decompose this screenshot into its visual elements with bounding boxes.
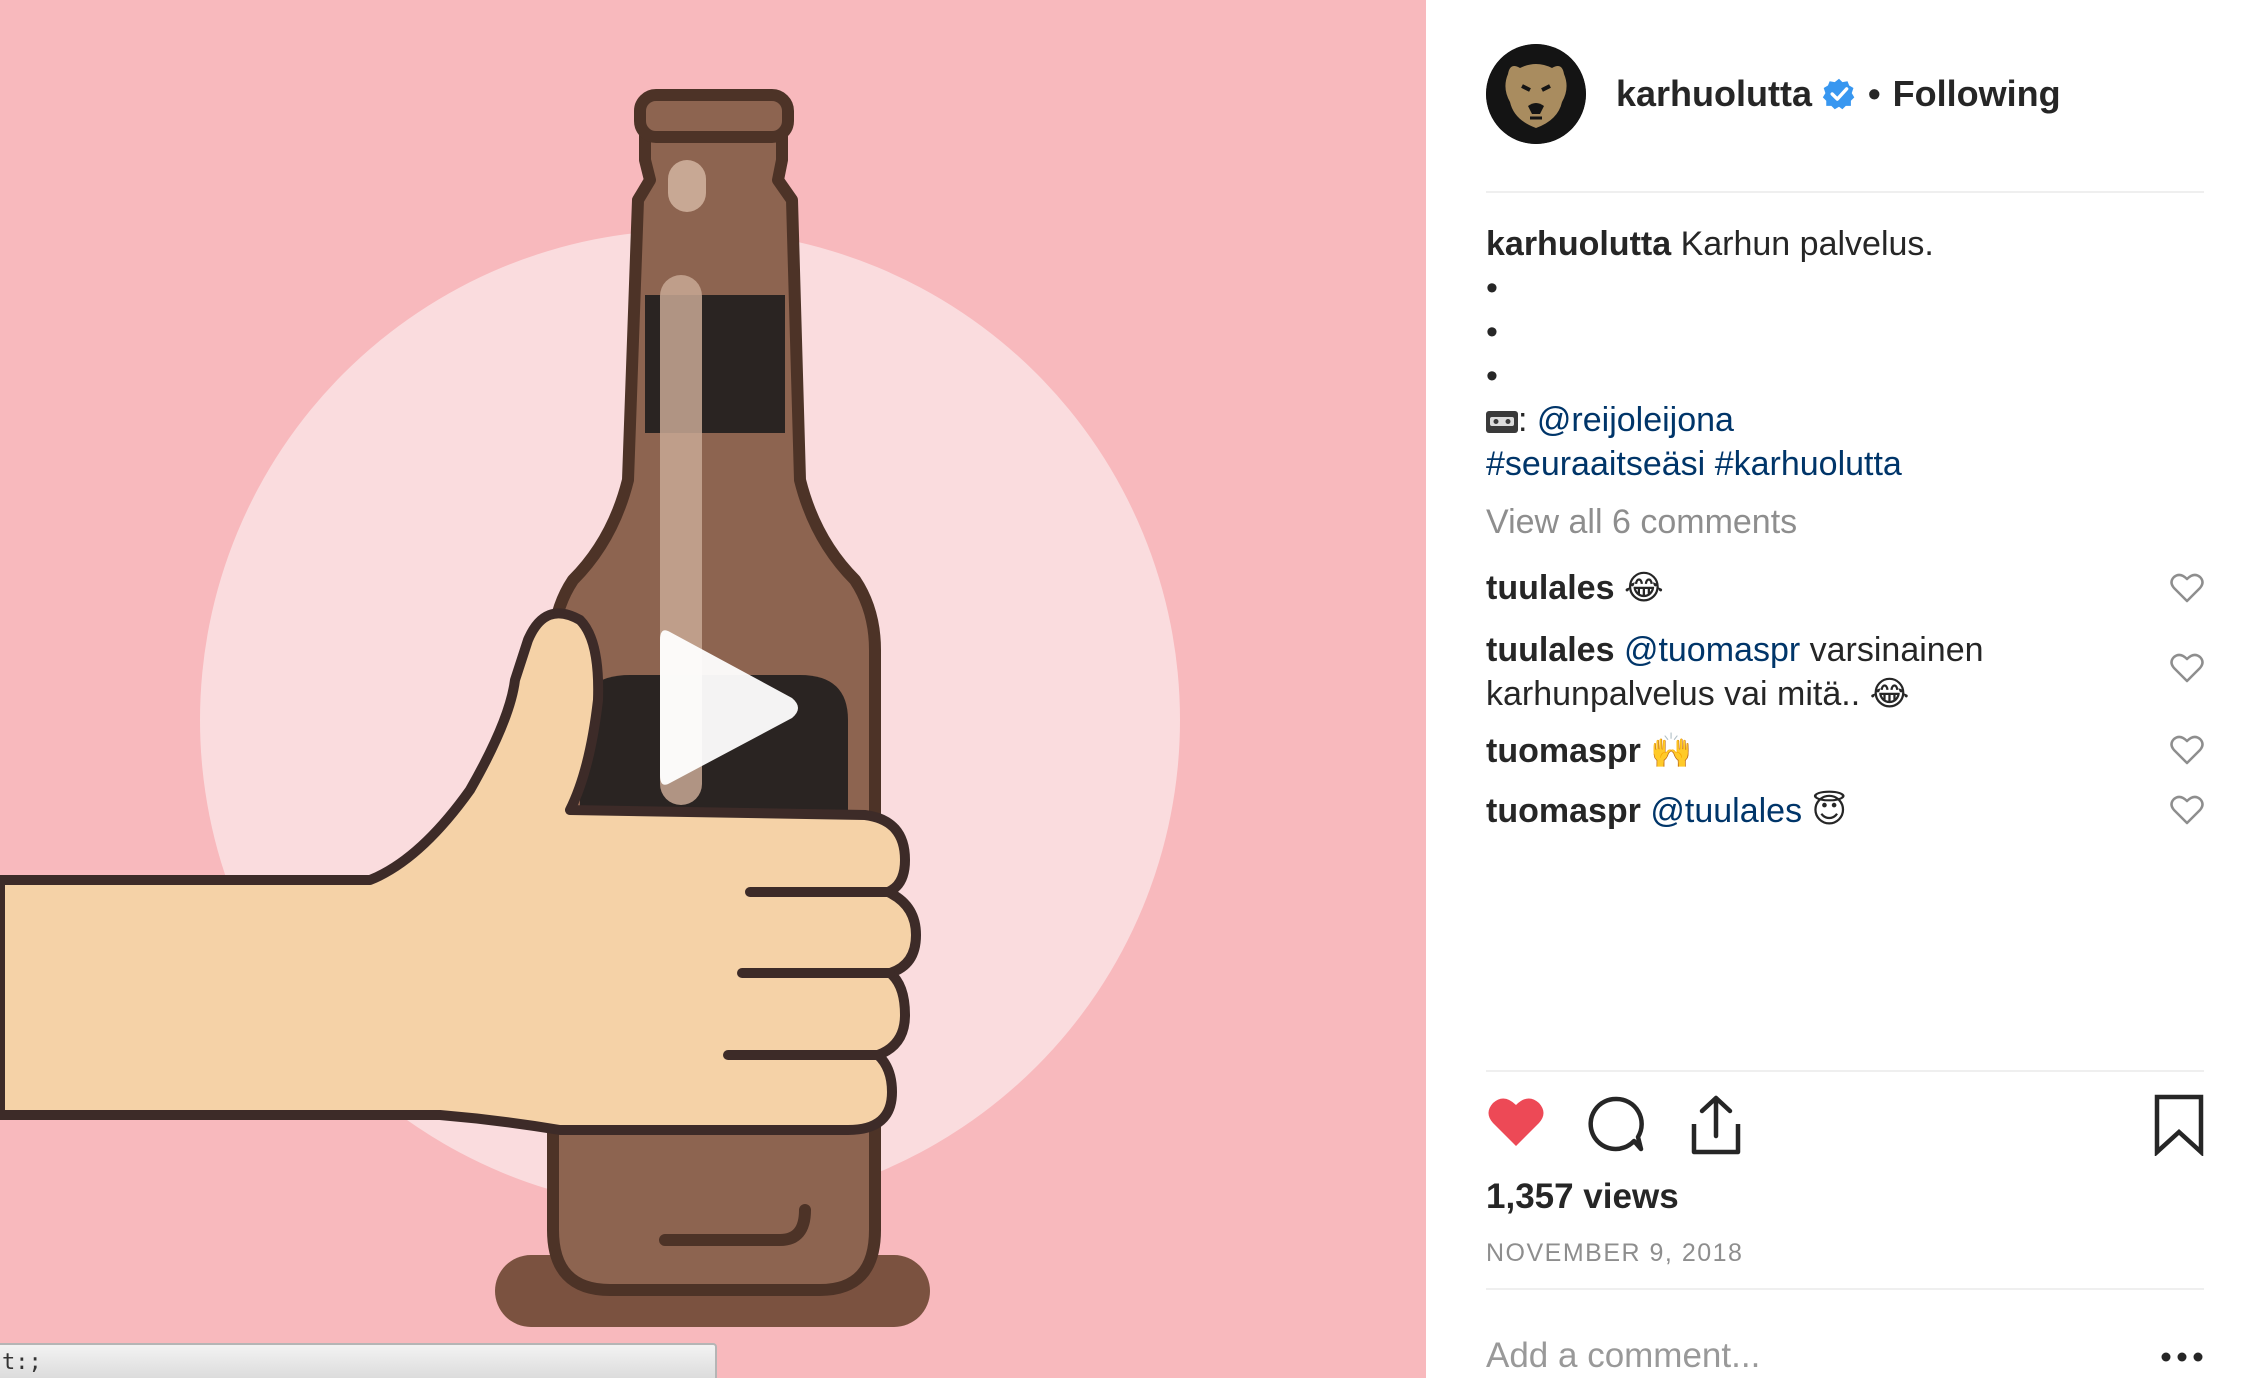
caption-bullet: • <box>1486 313 1498 351</box>
view-count[interactable]: 1,357 views <box>1486 1177 1679 1217</box>
verified-badge-icon <box>1822 78 1855 110</box>
view-all-comments-link[interactable]: View all 6 comments <box>1486 503 1797 542</box>
heart-outline-icon[interactable] <box>2170 734 2204 766</box>
header-divider <box>1486 191 2204 193</box>
comment-emoji: 🙌 <box>1650 732 1693 770</box>
comment-emoji: 😂 <box>1869 675 1910 713</box>
caption-bullet: • <box>1486 357 1498 395</box>
comment-username[interactable]: tuulales <box>1486 569 1614 607</box>
share-icon[interactable] <box>1686 1094 1746 1156</box>
comment-bubble-icon[interactable] <box>1586 1094 1646 1154</box>
comment-emoji: 😇 <box>1811 792 1847 830</box>
post-author-username[interactable]: karhuolutta <box>1616 73 1812 115</box>
comment-item: tuomaspr @tuulales 😇 <box>1486 789 2046 833</box>
add-comment-input[interactable] <box>1486 1334 2126 1378</box>
post-caption: karhuolutta Karhun palvelus. • • • : @re… <box>1486 222 2204 486</box>
post-date: NOVEMBER 9, 2018 <box>1486 1239 1744 1267</box>
post-side-panel: karhuolutta • Following karhuolutta Karh… <box>1426 0 2258 1378</box>
actions-divider <box>1486 1070 2204 1072</box>
post-video[interactable]: t:; <box>0 0 1426 1378</box>
comment-divider <box>1486 1288 2204 1290</box>
credit-separator: : <box>1518 401 1537 439</box>
comment-username[interactable]: tuomaspr <box>1486 732 1641 770</box>
caption-text: Karhun palvelus. <box>1680 225 1934 263</box>
heart-outline-icon[interactable] <box>2170 794 2204 826</box>
heart-filled-icon[interactable] <box>1486 1094 1546 1150</box>
caption-bullet: • <box>1486 269 1498 307</box>
post-header: karhuolutta • Following <box>1486 44 2204 144</box>
bookmark-icon[interactable] <box>2154 1094 2204 1156</box>
hashtag-link[interactable]: #karhuolutta <box>1715 445 1902 483</box>
following-button[interactable]: Following <box>1893 73 2061 115</box>
more-options-icon[interactable] <box>2160 1350 2204 1364</box>
comment-emoji: 😂 <box>1623 569 1664 607</box>
bear-logo-icon[interactable] <box>1486 44 1586 144</box>
hashtag-link[interactable]: #seuraaitseäsi <box>1486 445 1705 483</box>
header-separator: • <box>1868 73 1881 114</box>
heart-outline-icon[interactable] <box>2170 652 2204 684</box>
comment-username[interactable]: tuulales <box>1486 631 1614 669</box>
videotape-emoji <box>1486 411 1518 433</box>
credit-mention-link[interactable]: @reijoleijona <box>1537 401 1734 439</box>
comment-item: tuulales 😂 <box>1486 566 2046 610</box>
comment-mention-link[interactable]: @tuulales <box>1650 792 1802 830</box>
browser-status-bar: t:; <box>0 1343 717 1378</box>
comment-item: tuomaspr 🙌 <box>1486 729 2046 773</box>
post-actions-bar <box>1486 1094 2204 1158</box>
comment-item: tuulales @tuomaspr varsinainen karhunpal… <box>1486 628 2046 716</box>
caption-username[interactable]: karhuolutta <box>1486 225 1671 263</box>
comment-mention-link[interactable]: @tuomaspr <box>1624 631 1800 669</box>
comment-username[interactable]: tuomaspr <box>1486 792 1641 830</box>
play-icon[interactable] <box>640 620 810 795</box>
heart-outline-icon[interactable] <box>2170 572 2204 604</box>
